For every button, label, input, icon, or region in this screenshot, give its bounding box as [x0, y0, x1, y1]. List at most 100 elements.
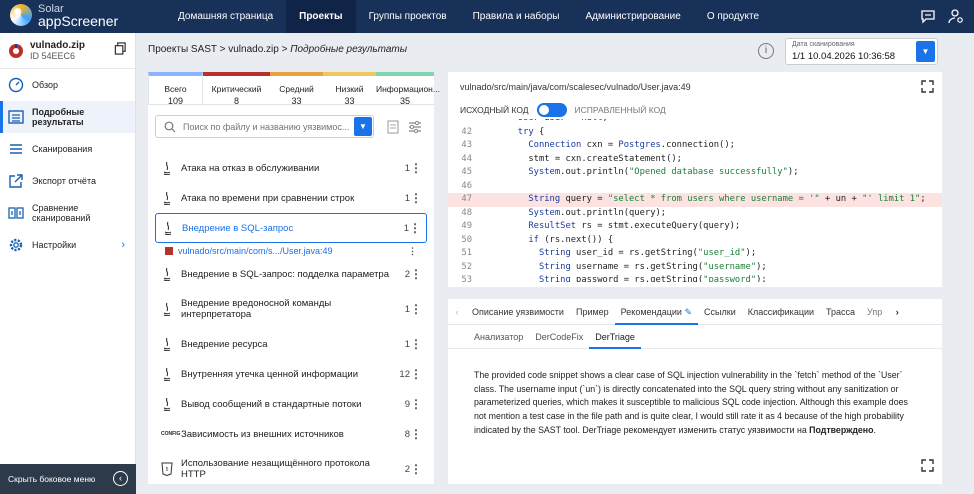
- user-settings-icon[interactable]: [948, 8, 964, 24]
- vulnerability-row[interactable]: Атака на отказ в обслуживании 1 ⋮: [155, 153, 427, 183]
- java-icon: [163, 302, 171, 316]
- tab-trace[interactable]: Трасса: [820, 299, 861, 325]
- search-input[interactable]: [183, 119, 353, 135]
- tab-example[interactable]: Пример: [570, 299, 615, 325]
- more-icon[interactable]: ⋮: [410, 428, 422, 440]
- tabs-next-icon[interactable]: ›: [888, 307, 906, 317]
- more-icon[interactable]: ⋮: [410, 338, 422, 350]
- code-line: 48 System.out.println(query);: [448, 207, 942, 221]
- breadcrumb-project[interactable]: vulnado.zip: [228, 44, 279, 55]
- vulnerability-row[interactable]: 5 Использование незащищённого протокола H…: [155, 449, 427, 489]
- filter-settings-icon[interactable]: [407, 119, 423, 135]
- gauge-icon: [8, 77, 24, 93]
- vulnerability-row[interactable]: Внутренняя утечка ценной информации 12 ⋮: [155, 359, 427, 389]
- expand-icon[interactable]: [921, 459, 934, 472]
- code-version-switch[interactable]: [536, 103, 567, 117]
- nav-about[interactable]: О продукте: [694, 0, 772, 33]
- more-icon[interactable]: ⋮: [408, 246, 417, 257]
- severity-tab-count: 33: [291, 96, 302, 106]
- expand-icon[interactable]: [921, 80, 934, 93]
- severity-tab[interactable]: Критический 8: [203, 72, 270, 106]
- tab-manage[interactable]: Упр: [861, 299, 888, 325]
- severity-tab-label: Низкий: [335, 84, 364, 94]
- sidebar-item-settings[interactable]: Настройки ›: [0, 229, 135, 261]
- code-line: 51 String user_id = rs.getString("user_i…: [448, 247, 942, 261]
- recommendation-text: The provided code snippet shows a clear …: [474, 369, 918, 438]
- java-icon: [163, 191, 171, 205]
- chevron-down-icon[interactable]: ▼: [916, 41, 935, 62]
- severity-tab-label: Информацион...: [376, 84, 440, 94]
- nav-project-groups[interactable]: Группы проектов: [356, 0, 460, 33]
- detail-panel: ‹ Описание уязвимости Пример Рекомендаци…: [448, 299, 942, 484]
- vulnerability-row[interactable]: Внедрение в SQL-запрос 1 ⋮: [155, 213, 427, 243]
- logo-line2: appScreener: [38, 13, 119, 29]
- more-icon[interactable]: ⋮: [409, 222, 421, 234]
- vulnerability-list-panel: Всего 109 Критический 8 Средний 33 Низкий 33 Инф…: [148, 72, 440, 484]
- subtab-dertriage[interactable]: DerTriage: [589, 325, 641, 349]
- line-number: 44: [461, 153, 472, 164]
- tab-links[interactable]: Ссылки: [698, 299, 742, 325]
- copy-icon[interactable]: [114, 42, 127, 55]
- tab-classifications[interactable]: Классификации: [742, 299, 820, 325]
- more-icon[interactable]: ⋮: [410, 463, 422, 475]
- vulnerability-row[interactable]: Вывод сообщений в стандартные потоки 9 ⋮: [155, 389, 427, 419]
- vulnerability-list: Атака на отказ в обслуживании 1 ⋮ Атака по …: [155, 153, 427, 489]
- more-icon[interactable]: ⋮: [410, 368, 422, 380]
- info-icon[interactable]: i: [758, 43, 774, 59]
- nav-rules[interactable]: Правила и наборы: [460, 0, 573, 33]
- nav-admin[interactable]: Администрирование: [572, 0, 693, 33]
- severity-tab[interactable]: Низкий 33: [323, 72, 376, 106]
- sidebar-item-label: Подробные результаты: [32, 107, 85, 127]
- tab-recommendations[interactable]: Рекомендации ✎: [614, 299, 699, 325]
- vulnerability-title: Атака по времени при сравнении строк: [181, 192, 355, 204]
- more-icon[interactable]: ⋮: [410, 303, 422, 315]
- tabs-prev-icon[interactable]: ‹: [448, 307, 466, 317]
- scan-date-select[interactable]: Дата сканирования 1/1 10.04.2026 10:36:5…: [785, 38, 938, 65]
- project-header: vulnado.zip ID 54EEC6: [0, 33, 135, 69]
- vulnerability-row[interactable]: Внедрение в SQL-запрос: подделка парамет…: [155, 259, 427, 289]
- nav-projects[interactable]: Проекты: [286, 0, 356, 33]
- html-icon: 5: [161, 462, 173, 476]
- more-icon[interactable]: ⋮: [410, 192, 422, 204]
- more-icon[interactable]: ⋮: [410, 398, 422, 410]
- severity-tab-label: Средний: [279, 84, 314, 94]
- more-icon[interactable]: ⋮: [410, 268, 422, 280]
- chat-icon[interactable]: [920, 8, 936, 24]
- sidebar-item-detailed-results[interactable]: Подробные результаты: [0, 101, 135, 133]
- sidebar-item-export[interactable]: Экспорт отчёта: [0, 165, 135, 197]
- vulnerability-row[interactable]: CONFIG Зависимость из внешних источников 8…: [155, 419, 427, 449]
- subtab-dercodefix[interactable]: DerCodeFix: [529, 325, 589, 349]
- chevron-right-icon: ›: [121, 239, 125, 251]
- critical-severity-icon: [165, 247, 173, 255]
- vulnerability-count: 12: [399, 368, 410, 380]
- severity-tab[interactable]: Средний 33: [270, 72, 323, 106]
- vulnerability-row[interactable]: Внедрение вредоносной команды интерпрета…: [155, 289, 427, 329]
- search-dropdown-button[interactable]: ▼: [354, 117, 372, 136]
- severity-tab[interactable]: Информацион... 35: [376, 72, 440, 106]
- severity-tab-count: 109: [167, 96, 184, 106]
- more-icon[interactable]: ⋮: [410, 162, 422, 174]
- vulnerability-title: Внедрение вредоносной команды интерпрета…: [181, 298, 332, 320]
- breadcrumb-projects[interactable]: Проекты SAST: [148, 44, 217, 55]
- vulnerability-title: Внутренняя утечка ценной информации: [181, 368, 359, 380]
- subtab-analyzer[interactable]: Анализатор: [468, 325, 529, 349]
- sidebar-item-overview[interactable]: Обзор: [0, 69, 135, 101]
- export-list-icon[interactable]: [385, 119, 401, 135]
- code-panel: vulnado/src/main/java/com/scalesec/vulna…: [448, 72, 942, 287]
- nav-home[interactable]: Домашняя страница: [165, 0, 286, 33]
- vulnerability-row[interactable]: Атака по времени при сравнении строк 1 ⋮: [155, 183, 427, 213]
- line-text: try {: [517, 126, 545, 137]
- vulnerability-title: Внедрение в SQL-запрос: подделка парамет…: [181, 268, 389, 280]
- code-line: 43 Connection cxn = Postgres.connection(…: [448, 139, 942, 153]
- sidebar-item-compare[interactable]: Сравнение сканирований: [0, 197, 135, 229]
- severity-tab[interactable]: Всего 109: [148, 72, 203, 106]
- scan-date-label: Дата сканирования: [792, 41, 855, 48]
- line-number: 53: [461, 275, 472, 282]
- vulnerability-row[interactable]: Внедрение ресурса 1 ⋮: [155, 329, 427, 359]
- tab-description[interactable]: Описание уязвимости: [466, 299, 570, 325]
- sidebar-item-label: Сканирования: [32, 144, 93, 154]
- sidebar-item-scans[interactable]: Сканирования: [0, 133, 135, 165]
- vulnerability-location-row[interactable]: vulnado/src/main/com/s.../User.java:49 ⋮: [155, 243, 427, 259]
- hide-sidebar-button[interactable]: Скрыть боковое меню ‹: [0, 464, 136, 494]
- logo[interactable]: Solar appScreener: [10, 3, 119, 29]
